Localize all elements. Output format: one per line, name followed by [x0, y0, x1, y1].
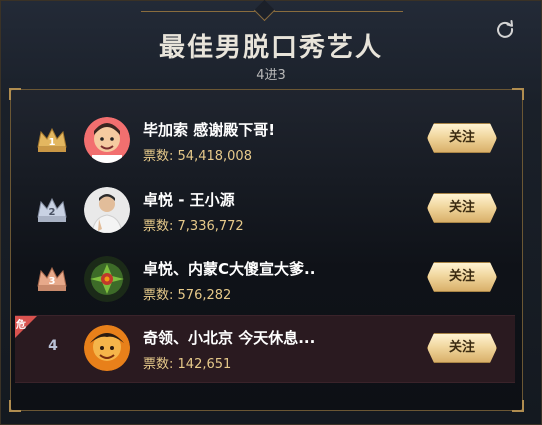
vote-count-label: 票数:: [143, 219, 174, 234]
gold-crown-icon: 1: [35, 125, 69, 155]
vote-count: 票数: 54,418,008: [143, 145, 252, 164]
list-item: 1 毕加索 感谢殿下哥! 票数: 54,418,008 关注: [15, 109, 515, 173]
list-item: 危 4 奇领、小北京 今天休息... 票数: 142,651 关注: [15, 315, 515, 383]
candidate-name: 卓悦 - 王小源: [143, 191, 235, 209]
rank-number: 2: [49, 207, 56, 218]
vote-count-value: 7,336,772: [177, 219, 244, 234]
avatar[interactable]: [84, 187, 130, 233]
silver-crown-icon: 2: [35, 195, 69, 225]
vote-count-label: 票数:: [143, 357, 174, 372]
candidate-name: 毕加索 感谢殿下哥!: [143, 121, 276, 139]
vote-count-label: 票数:: [143, 288, 174, 303]
bronze-crown-icon: 3: [35, 264, 69, 294]
vote-count-value: 576,282: [177, 288, 232, 303]
avatar[interactable]: [84, 256, 130, 302]
rank-number: 4: [48, 338, 58, 354]
round-subtitle: 4进3: [256, 68, 286, 83]
avatar[interactable]: [84, 325, 130, 371]
follow-button[interactable]: 关注: [427, 262, 497, 292]
candidate-name: 卓悦、内蒙C大傻宣大爹..: [143, 260, 316, 278]
danger-badge: 危: [15, 316, 37, 338]
candidate-name: 奇领、小北京 今天休息...: [143, 329, 316, 347]
follow-button[interactable]: 关注: [427, 123, 497, 153]
list-item: 2 卓悦 - 王小源 票数: 7,336,772 关注: [15, 179, 515, 243]
rank-number: 3: [49, 276, 56, 287]
list-item: 3 卓悦、内蒙C大傻宣大爹.. 票数: 576,282 关注: [15, 248, 515, 312]
rank-number: 1: [49, 137, 56, 148]
vote-count: 票数: 576,282: [143, 284, 231, 303]
follow-button[interactable]: 关注: [427, 193, 497, 223]
refresh-icon[interactable]: [495, 19, 515, 39]
follow-button[interactable]: 关注: [427, 333, 497, 363]
avatar[interactable]: [84, 117, 130, 163]
vote-count: 票数: 142,651: [143, 353, 231, 372]
danger-badge-label: 危: [16, 320, 26, 331]
vote-count-value: 54,418,008: [177, 149, 252, 164]
page-title: 最佳男脱口秀艺人: [158, 33, 383, 63]
vote-count: 票数: 7,336,772: [143, 215, 244, 234]
vote-window: 最佳男脱口秀艺人 4进3 1 毕加索 感谢殿下哥! 票数: 54,418,008…: [0, 0, 542, 425]
vote-count-label: 票数:: [143, 149, 174, 164]
vote-count-value: 142,651: [177, 357, 232, 372]
